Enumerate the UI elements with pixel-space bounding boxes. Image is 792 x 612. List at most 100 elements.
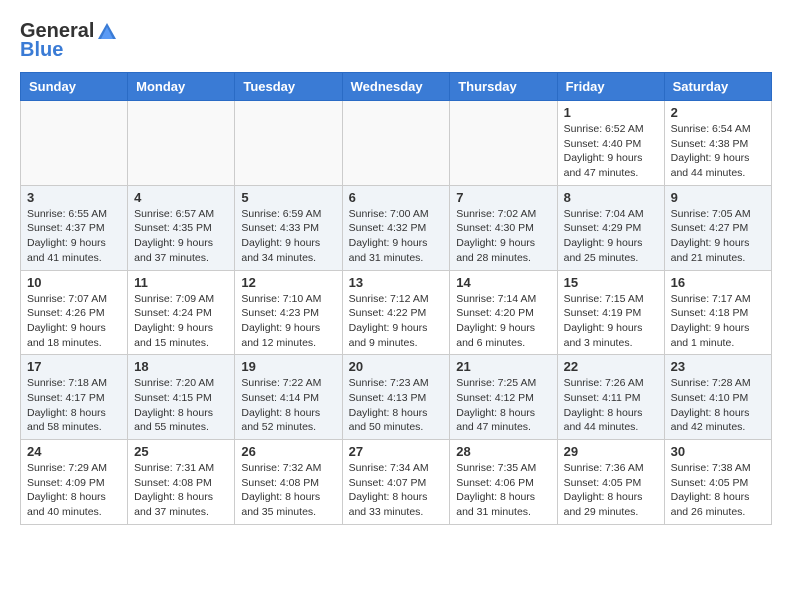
day-number: 7 (456, 190, 550, 205)
day-number: 29 (564, 444, 658, 459)
calendar-week-4: 17 Sunrise: 7:18 AM Sunset: 4:17 PM Dayli… (21, 355, 772, 440)
logo-icon (96, 21, 118, 43)
day-info: Sunrise: 7:35 AM Sunset: 4:06 PM Dayligh… (456, 461, 550, 520)
day-info: Sunrise: 7:22 AM Sunset: 4:14 PM Dayligh… (241, 376, 335, 435)
day-number: 8 (564, 190, 658, 205)
calendar-day: 4Sunrise: 6:57 AM Sunset: 4:35 PM Daylig… (128, 185, 235, 270)
calendar-day: 28 Sunrise: 7:35 AM Sunset: 4:06 PM Dayli… (450, 440, 557, 525)
header-monday: Monday (128, 73, 235, 101)
logo: General Blue (20, 20, 118, 62)
day-info: Sunrise: 7:07 AM Sunset: 4:26 PM Dayligh… (27, 292, 121, 351)
calendar-day: 26 Sunrise: 7:32 AM Sunset: 4:08 PM Dayli… (235, 440, 342, 525)
day-number: 19 (241, 359, 335, 374)
calendar-day (21, 101, 128, 186)
calendar-day: 11 Sunrise: 7:09 AM Sunset: 4:24 PM Dayli… (128, 270, 235, 355)
day-number: 27 (349, 444, 444, 459)
day-info: Sunrise: 7:05 AM Sunset: 4:27 PM Dayligh… (671, 207, 765, 266)
day-info: Sunrise: 6:59 AM Sunset: 4:33 PM Dayligh… (241, 207, 335, 266)
calendar-day (342, 101, 450, 186)
header-saturday: Saturday (664, 73, 771, 101)
calendar-day: 6 Sunrise: 7:00 AM Sunset: 4:32 PM Daylig… (342, 185, 450, 270)
calendar-day (128, 101, 235, 186)
day-number: 21 (456, 359, 550, 374)
calendar-day: 14 Sunrise: 7:14 AM Sunset: 4:20 PM Dayli… (450, 270, 557, 355)
day-number: 16 (671, 275, 765, 290)
day-info: Sunrise: 7:12 AM Sunset: 4:22 PM Dayligh… (349, 292, 444, 351)
logo-blue: Blue (20, 39, 63, 62)
calendar-day: 20 Sunrise: 7:23 AM Sunset: 4:13 PM Dayli… (342, 355, 450, 440)
calendar-table: SundayMondayTuesdayWednesdayThursdayFrid… (20, 72, 772, 525)
calendar-day: 8 Sunrise: 7:04 AM Sunset: 4:29 PM Daylig… (557, 185, 664, 270)
day-number: 30 (671, 444, 765, 459)
day-number: 14 (456, 275, 550, 290)
header-sunday: Sunday (21, 73, 128, 101)
day-number: 25 (134, 444, 228, 459)
day-number: 18 (134, 359, 228, 374)
day-number: 24 (27, 444, 121, 459)
day-number: 22 (564, 359, 658, 374)
calendar-header-row: SundayMondayTuesdayWednesdayThursdayFrid… (21, 73, 772, 101)
day-number: 15 (564, 275, 658, 290)
day-info: Sunrise: 7:25 AM Sunset: 4:12 PM Dayligh… (456, 376, 550, 435)
calendar-day: 3 Sunrise: 6:55 AM Sunset: 4:37 PM Daylig… (21, 185, 128, 270)
day-info: Sunrise: 7:09 AM Sunset: 4:24 PM Dayligh… (134, 292, 228, 351)
calendar-week-5: 24 Sunrise: 7:29 AM Sunset: 4:09 PM Dayli… (21, 440, 772, 525)
day-number: 9 (671, 190, 765, 205)
day-info: Sunrise: 7:10 AM Sunset: 4:23 PM Dayligh… (241, 292, 335, 351)
header-friday: Friday (557, 73, 664, 101)
day-number: 6 (349, 190, 444, 205)
calendar-week-3: 10 Sunrise: 7:07 AM Sunset: 4:26 PM Dayli… (21, 270, 772, 355)
day-number: 20 (349, 359, 444, 374)
calendar-day: 15 Sunrise: 7:15 AM Sunset: 4:19 PM Dayli… (557, 270, 664, 355)
day-info: Sunrise: 7:00 AM Sunset: 4:32 PM Dayligh… (349, 207, 444, 266)
calendar-day: 1 Sunrise: 6:52 AM Sunset: 4:40 PM Daylig… (557, 101, 664, 186)
calendar-day: 18 Sunrise: 7:20 AM Sunset: 4:15 PM Dayli… (128, 355, 235, 440)
day-number: 12 (241, 275, 335, 290)
day-number: 28 (456, 444, 550, 459)
header-wednesday: Wednesday (342, 73, 450, 101)
calendar-day: 19 Sunrise: 7:22 AM Sunset: 4:14 PM Dayli… (235, 355, 342, 440)
calendar-day: 22Sunrise: 7:26 AM Sunset: 4:11 PM Dayli… (557, 355, 664, 440)
calendar-day: 16 Sunrise: 7:17 AM Sunset: 4:18 PM Dayli… (664, 270, 771, 355)
day-info: Sunrise: 6:54 AM Sunset: 4:38 PM Dayligh… (671, 122, 765, 181)
day-number: 5 (241, 190, 335, 205)
day-info: Sunrise: 6:52 AM Sunset: 4:40 PM Dayligh… (564, 122, 658, 181)
day-number: 1 (564, 105, 658, 120)
day-info: Sunrise: 7:20 AM Sunset: 4:15 PM Dayligh… (134, 376, 228, 435)
calendar-day: 23Sunrise: 7:28 AM Sunset: 4:10 PM Dayli… (664, 355, 771, 440)
day-info: Sunrise: 7:04 AM Sunset: 4:29 PM Dayligh… (564, 207, 658, 266)
day-number: 4 (134, 190, 228, 205)
calendar-day: 17 Sunrise: 7:18 AM Sunset: 4:17 PM Dayli… (21, 355, 128, 440)
calendar-day: 24 Sunrise: 7:29 AM Sunset: 4:09 PM Dayli… (21, 440, 128, 525)
day-info: Sunrise: 7:17 AM Sunset: 4:18 PM Dayligh… (671, 292, 765, 351)
day-number: 26 (241, 444, 335, 459)
day-info: Sunrise: 7:18 AM Sunset: 4:17 PM Dayligh… (27, 376, 121, 435)
day-info: Sunrise: 7:32 AM Sunset: 4:08 PM Dayligh… (241, 461, 335, 520)
header-tuesday: Tuesday (235, 73, 342, 101)
calendar-day: 2 Sunrise: 6:54 AM Sunset: 4:38 PM Daylig… (664, 101, 771, 186)
day-info: Sunrise: 7:23 AM Sunset: 4:13 PM Dayligh… (349, 376, 444, 435)
calendar-day: 5 Sunrise: 6:59 AM Sunset: 4:33 PM Daylig… (235, 185, 342, 270)
day-number: 11 (134, 275, 228, 290)
day-number: 2 (671, 105, 765, 120)
day-info: Sunrise: 6:55 AM Sunset: 4:37 PM Dayligh… (27, 207, 121, 266)
day-number: 10 (27, 275, 121, 290)
calendar-day (450, 101, 557, 186)
calendar-day: 13Sunrise: 7:12 AM Sunset: 4:22 PM Dayli… (342, 270, 450, 355)
day-info: Sunrise: 7:15 AM Sunset: 4:19 PM Dayligh… (564, 292, 658, 351)
day-info: Sunrise: 7:14 AM Sunset: 4:20 PM Dayligh… (456, 292, 550, 351)
day-number: 17 (27, 359, 121, 374)
day-number: 3 (27, 190, 121, 205)
calendar-day: 27 Sunrise: 7:34 AM Sunset: 4:07 PM Dayli… (342, 440, 450, 525)
calendar-week-2: 3 Sunrise: 6:55 AM Sunset: 4:37 PM Daylig… (21, 185, 772, 270)
header-thursday: Thursday (450, 73, 557, 101)
calendar-day: 29Sunrise: 7:36 AM Sunset: 4:05 PM Dayli… (557, 440, 664, 525)
calendar-week-1: 1 Sunrise: 6:52 AM Sunset: 4:40 PM Daylig… (21, 101, 772, 186)
page-header: General Blue (20, 20, 772, 62)
day-info: Sunrise: 7:29 AM Sunset: 4:09 PM Dayligh… (27, 461, 121, 520)
calendar-day: 9 Sunrise: 7:05 AM Sunset: 4:27 PM Daylig… (664, 185, 771, 270)
calendar-day: 10 Sunrise: 7:07 AM Sunset: 4:26 PM Dayli… (21, 270, 128, 355)
day-info: Sunrise: 7:38 AM Sunset: 4:05 PM Dayligh… (671, 461, 765, 520)
calendar-day: 21 Sunrise: 7:25 AM Sunset: 4:12 PM Dayli… (450, 355, 557, 440)
day-info: Sunrise: 7:34 AM Sunset: 4:07 PM Dayligh… (349, 461, 444, 520)
